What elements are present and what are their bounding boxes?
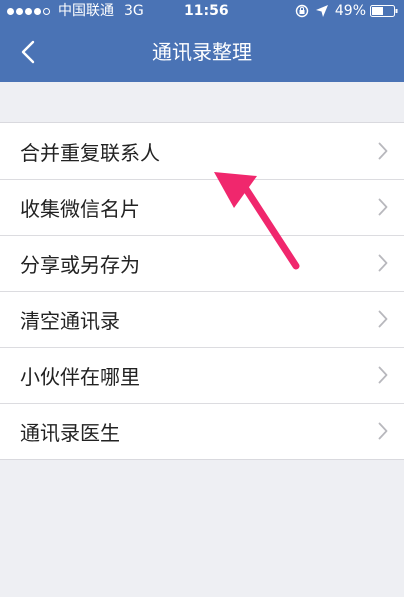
signal-dot xyxy=(25,7,32,15)
signal-strength: 中国联通 3G xyxy=(7,0,144,22)
status-bar: 中国联通 3G 11:56 49% xyxy=(0,0,404,22)
menu-item-contacts-doctor[interactable]: 通讯录医生 xyxy=(0,403,404,459)
signal-dot xyxy=(34,7,41,15)
status-indicators: 49% xyxy=(295,0,398,22)
menu-item-label: 通讯录医生 xyxy=(20,420,120,445)
nav-bar: 通讯录整理 xyxy=(0,22,404,82)
menu-item-label: 合并重复联系人 xyxy=(20,140,160,165)
battery-percent: 49% xyxy=(334,3,366,19)
menu-item-label: 小伙伴在哪里 xyxy=(20,364,140,389)
carrier-name: 中国联通 xyxy=(58,3,114,19)
page-title: 通讯录整理 xyxy=(152,40,252,64)
top-bar: 中国联通 3G 11:56 49% 通讯录整理 xyxy=(0,0,404,82)
menu-item-merge-duplicates[interactable]: 合并重复联系人 xyxy=(0,123,404,179)
chevron-right-icon xyxy=(378,254,388,272)
menu-item-label: 清空通讯录 xyxy=(20,308,120,333)
signal-dot xyxy=(16,7,23,15)
location-arrow-icon xyxy=(315,5,328,17)
menu-item-label: 分享或另存为 xyxy=(20,252,140,277)
menu-item-share-or-save-as[interactable]: 分享或另存为 xyxy=(0,235,404,291)
back-button[interactable] xyxy=(0,22,56,82)
menu-list: 合并重复联系人 收集微信名片 分享或另存为 清空通讯录 小伙伴在哪里 通讯录医生 xyxy=(0,122,404,460)
chevron-left-icon xyxy=(21,40,35,64)
chevron-right-icon xyxy=(378,198,388,216)
network-type: 3G xyxy=(124,3,144,19)
status-time: 11:56 xyxy=(184,3,229,19)
signal-dot-empty xyxy=(43,7,50,15)
menu-item-friends-nearby[interactable]: 小伙伴在哪里 xyxy=(0,347,404,403)
menu-item-collect-wechat-cards[interactable]: 收集微信名片 xyxy=(0,179,404,235)
signal-dot xyxy=(7,7,14,15)
rotation-lock-icon xyxy=(295,4,309,18)
chevron-right-icon xyxy=(378,310,388,328)
chevron-right-icon xyxy=(378,142,388,160)
chevron-right-icon xyxy=(378,422,388,440)
battery-icon xyxy=(370,5,398,17)
menu-item-label: 收集微信名片 xyxy=(20,196,140,221)
chevron-right-icon xyxy=(378,366,388,384)
menu-item-clear-contacts[interactable]: 清空通讯录 xyxy=(0,291,404,347)
